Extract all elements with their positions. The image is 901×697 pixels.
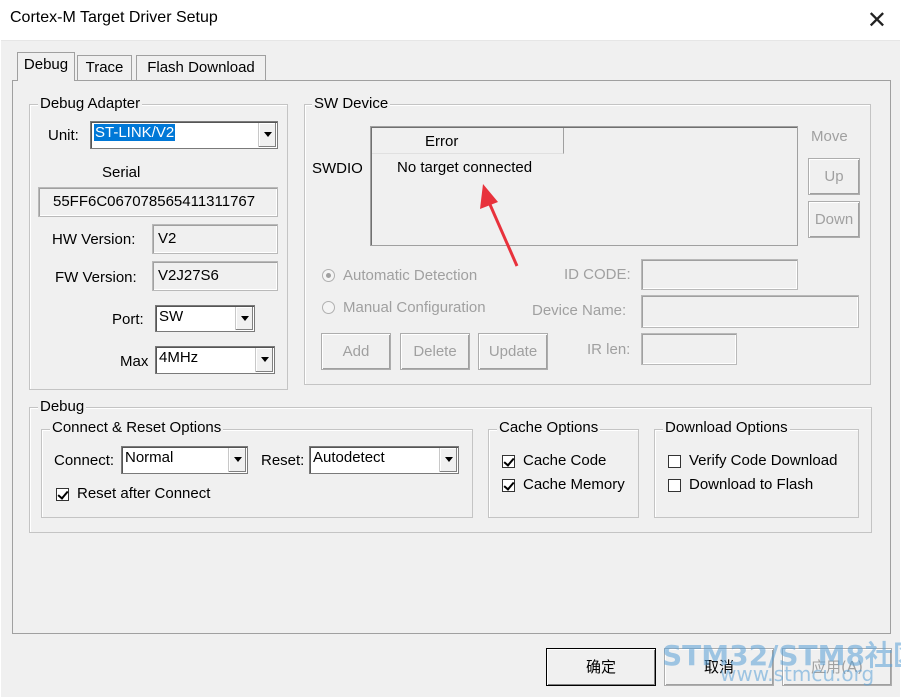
add-button[interactable]: Add xyxy=(321,333,391,370)
update-button[interactable]: Update xyxy=(478,333,548,370)
reset-after-connect-label: Reset after Connect xyxy=(77,485,211,502)
device-name-field[interactable] xyxy=(641,295,859,328)
download-to-flash-checkbox[interactable] xyxy=(668,479,681,492)
connect-select-value: Normal xyxy=(125,449,174,466)
cache-options-legend: Cache Options xyxy=(497,419,601,436)
reset-after-connect-checkbox[interactable] xyxy=(56,488,69,501)
unit-label: Unit: xyxy=(48,127,79,144)
move-up-button[interactable]: Up xyxy=(808,158,860,195)
unit-select-value: ST-LINK/V2 xyxy=(94,124,176,141)
column-header-error: Error xyxy=(425,133,459,150)
cache-memory-checkbox[interactable] xyxy=(502,479,515,492)
ir-len-field[interactable] xyxy=(641,333,737,365)
chevron-down-icon[interactable] xyxy=(235,307,253,330)
serial-field: 55FF6C067078565411311767 xyxy=(38,187,278,217)
ir-len-label: IR len: xyxy=(587,341,631,358)
tab-flash-download[interactable]: Flash Download xyxy=(136,55,266,80)
reset-select-value: Autodetect xyxy=(313,449,385,466)
manual-configuration-label: Manual Configuration xyxy=(343,299,486,316)
ok-button[interactable]: 确定 xyxy=(546,648,656,686)
manual-configuration-radio[interactable] xyxy=(322,301,335,314)
cache-options-group xyxy=(488,429,639,518)
chevron-down-icon[interactable] xyxy=(228,448,246,472)
cache-code-checkbox[interactable] xyxy=(502,455,515,468)
port-select[interactable]: SW xyxy=(155,305,255,332)
max-label: Max xyxy=(120,353,149,370)
max-clock-value: 4MHz xyxy=(159,349,199,366)
id-code-label: ID CODE: xyxy=(564,266,631,283)
connect-select[interactable]: Normal xyxy=(121,446,248,474)
tab-trace[interactable]: Trace xyxy=(77,55,132,80)
reset-label: Reset: xyxy=(261,452,305,469)
automatic-detection-label: Automatic Detection xyxy=(343,267,478,284)
debug-adapter-legend: Debug Adapter xyxy=(38,95,143,112)
sw-device-legend: SW Device xyxy=(312,95,391,112)
move-label: Move xyxy=(811,128,848,145)
watermark-url: www.stmcu.org xyxy=(720,662,875,686)
swdio-label: SWDIO xyxy=(312,160,363,177)
download-options-group xyxy=(654,429,859,518)
reset-select[interactable]: Autodetect xyxy=(309,446,459,474)
connect-reset-legend: Connect & Reset Options xyxy=(50,419,224,436)
port-select-value: SW xyxy=(159,308,184,325)
download-to-flash-label: Download to Flash xyxy=(689,476,814,493)
annotation-arrow-head xyxy=(480,184,498,209)
tab-debug-label: Debug xyxy=(23,56,69,73)
chevron-down-icon[interactable] xyxy=(439,448,457,472)
cache-code-label: Cache Code xyxy=(523,452,607,469)
download-options-legend: Download Options xyxy=(663,419,790,436)
serial-label: Serial xyxy=(102,164,141,181)
connect-label: Connect: xyxy=(54,452,115,469)
verify-code-download-checkbox[interactable] xyxy=(668,455,681,468)
hw-version-label: HW Version: xyxy=(52,231,136,248)
id-code-field[interactable] xyxy=(641,259,798,290)
tab-debug[interactable]: Debug xyxy=(17,52,75,81)
fw-version-field: V2J27S6 xyxy=(152,261,278,291)
delete-button[interactable]: Delete xyxy=(400,333,470,370)
debug-options-legend: Debug xyxy=(38,398,87,415)
port-label: Port: xyxy=(112,311,144,328)
chevron-down-icon[interactable] xyxy=(258,123,276,147)
tab-trace-label: Trace xyxy=(85,59,124,76)
cache-memory-label: Cache Memory xyxy=(523,476,625,493)
verify-code-download-label: Verify Code Download xyxy=(689,452,838,469)
annotation-arrow-shaft xyxy=(486,199,519,267)
fw-version-label: FW Version: xyxy=(55,269,137,286)
annotation-arrow-icon xyxy=(480,184,519,267)
automatic-detection-radio[interactable] xyxy=(322,269,335,282)
move-down-button[interactable]: Down xyxy=(808,201,860,238)
chevron-down-icon[interactable] xyxy=(255,348,273,372)
window-title: Cortex-M Target Driver Setup xyxy=(10,9,218,26)
sw-device-list[interactable]: Error No target connected xyxy=(370,126,798,246)
hw-version-field: V2 xyxy=(152,224,278,254)
device-list-message: No target connected xyxy=(397,159,533,176)
close-icon[interactable]: ✕ xyxy=(867,6,887,34)
active-tab-joiner xyxy=(18,79,74,82)
max-clock-select[interactable]: 4MHz xyxy=(155,346,275,374)
title-bar: Cortex-M Target Driver Setup ✕ xyxy=(0,0,901,40)
unit-select[interactable]: ST-LINK/V2 xyxy=(90,121,278,149)
column-header-cell[interactable] xyxy=(372,128,564,154)
device-name-label: Device Name: xyxy=(532,302,627,319)
tab-flash-download-label: Flash Download xyxy=(147,59,255,76)
